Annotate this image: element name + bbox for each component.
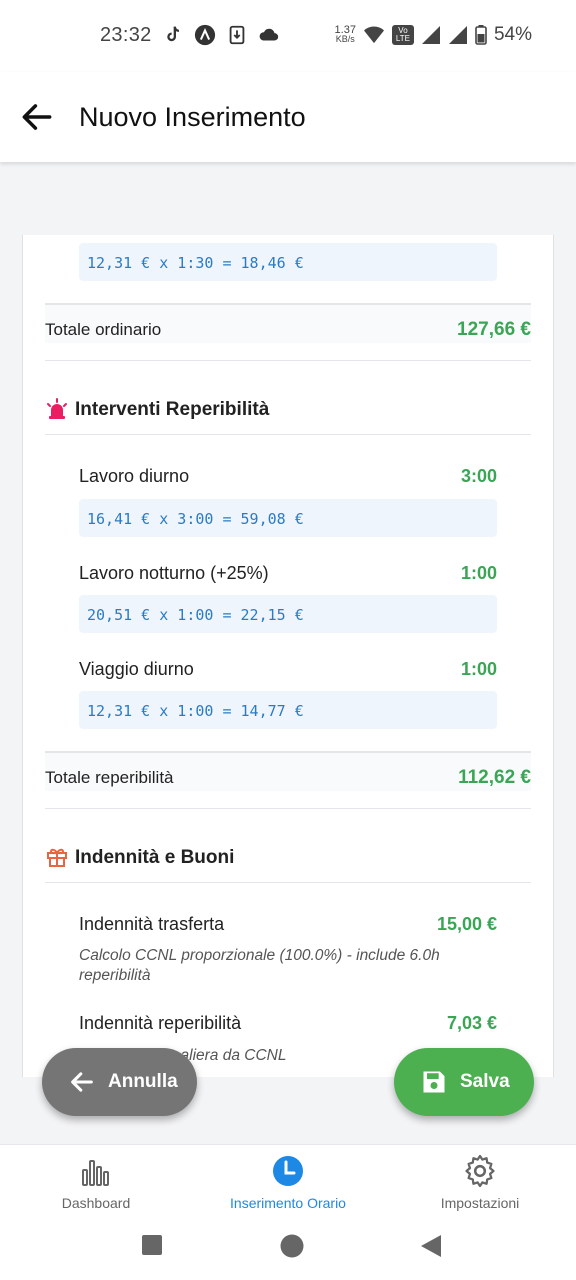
rep-row-calc: 20,51 € x 1:00 = 22,15 € <box>79 595 497 633</box>
allowance-row-value: 15,00 € <box>436 914 497 934</box>
home-circle-icon[interactable] <box>280 1234 304 1258</box>
save-button[interactable]: Salva <box>394 1048 534 1116</box>
divider <box>45 882 531 883</box>
nav-label-inserimento: Inserimento Orario <box>230 1195 346 1211</box>
volte-badge: Vo LTE <box>391 25 414 45</box>
section-title-reperibilita: Interventi Reperibilità <box>75 399 270 420</box>
cancel-label: Annulla <box>108 1071 178 1092</box>
recents-square-icon[interactable] <box>141 1234 163 1256</box>
rep-row-calc: 12,31 € x 1:00 = 14,77 € <box>79 691 497 729</box>
cancel-button[interactable]: Annulla <box>42 1048 197 1116</box>
rep-row-hours: 3:00 <box>460 466 497 486</box>
cloud-icon <box>259 28 279 41</box>
allowance-row-value: 7,03 € <box>446 1013 497 1033</box>
gear-icon <box>465 1154 495 1188</box>
status-time: 23:32 <box>100 24 152 46</box>
floppy-disk-icon <box>423 1071 445 1093</box>
save-label: Salva <box>460 1071 510 1092</box>
rep-row-label: Viaggio diurno <box>79 659 194 679</box>
status-bar: 23:32 1.37 KB/s Vo LTE 54% <box>0 0 576 72</box>
divider <box>45 434 531 435</box>
allowance-row-note: Calcolo CCNL proporzionale (100.0%) - in… <box>79 947 440 984</box>
arrow-left-icon <box>71 1072 93 1092</box>
network-speed: 1.37 KB/s <box>334 24 356 44</box>
section-title-indennita: Indennità e Buoni <box>75 847 235 868</box>
allowance-row-label: Indennità trasferta <box>79 914 225 934</box>
reperibilita-total-label: Totale reperibilità <box>45 768 174 787</box>
rep-row-label: Lavoro diurno <box>79 466 190 486</box>
divider <box>45 360 531 361</box>
signal-icon <box>421 26 440 44</box>
tiktok-icon <box>167 26 180 42</box>
rep-row-hours: 1:00 <box>460 659 497 679</box>
nav-label-impostazioni: Impostazioni <box>440 1195 520 1211</box>
nav-label-dashboard: Dashboard <box>61 1195 131 1211</box>
ordinary-calc-line: 12,31 € x 1:30 = 18,46 € <box>79 243 497 281</box>
gift-icon <box>47 848 67 867</box>
rep-row-calc: 16,41 € x 3:00 = 59,08 € <box>79 499 497 537</box>
nav-item-inserimento-orario[interactable]: Inserimento Orario <box>192 1153 384 1223</box>
reperibilita-total: Totale reperibilità 112,62 € <box>45 751 531 791</box>
download-icon <box>229 25 245 45</box>
entry-summary-card[interactable]: 12,31 € x 1:30 = 18,46 € Totale ordinari… <box>22 235 554 1077</box>
rep-row-label: Lavoro notturno (+25%) <box>79 563 269 583</box>
bar-chart-icon <box>82 1160 109 1186</box>
signal-icon-2 <box>448 26 467 44</box>
battery-icon <box>475 25 487 45</box>
divider <box>45 808 531 809</box>
reperibilita-total-value: 112,62 € <box>458 767 531 788</box>
app-bar: Nuovo Inserimento <box>0 72 576 162</box>
ordinary-total-label: Totale ordinario <box>45 320 162 339</box>
wifi-icon <box>363 26 384 44</box>
back-button[interactable] <box>18 98 56 136</box>
arrow-left-icon <box>22 104 52 130</box>
system-navigation-bar <box>0 1214 576 1280</box>
ordinary-total: Totale ordinario 127,66 € <box>45 303 531 343</box>
nav-item-impostazioni[interactable]: Impostazioni <box>384 1153 576 1223</box>
nav-item-dashboard[interactable]: Dashboard <box>0 1153 192 1223</box>
siren-icon <box>47 398 67 419</box>
battery-percent: 54% <box>493 24 532 45</box>
allowance-row-label: Indennità reperibilità <box>79 1013 242 1033</box>
app-a-icon <box>194 24 216 46</box>
rep-row-hours: 1:00 <box>460 563 497 583</box>
page-title: Nuovo Inserimento <box>79 102 306 132</box>
clock-icon <box>273 1156 303 1186</box>
ordinary-total-value: 127,66 € <box>457 319 531 340</box>
back-triangle-icon[interactable] <box>420 1234 442 1258</box>
